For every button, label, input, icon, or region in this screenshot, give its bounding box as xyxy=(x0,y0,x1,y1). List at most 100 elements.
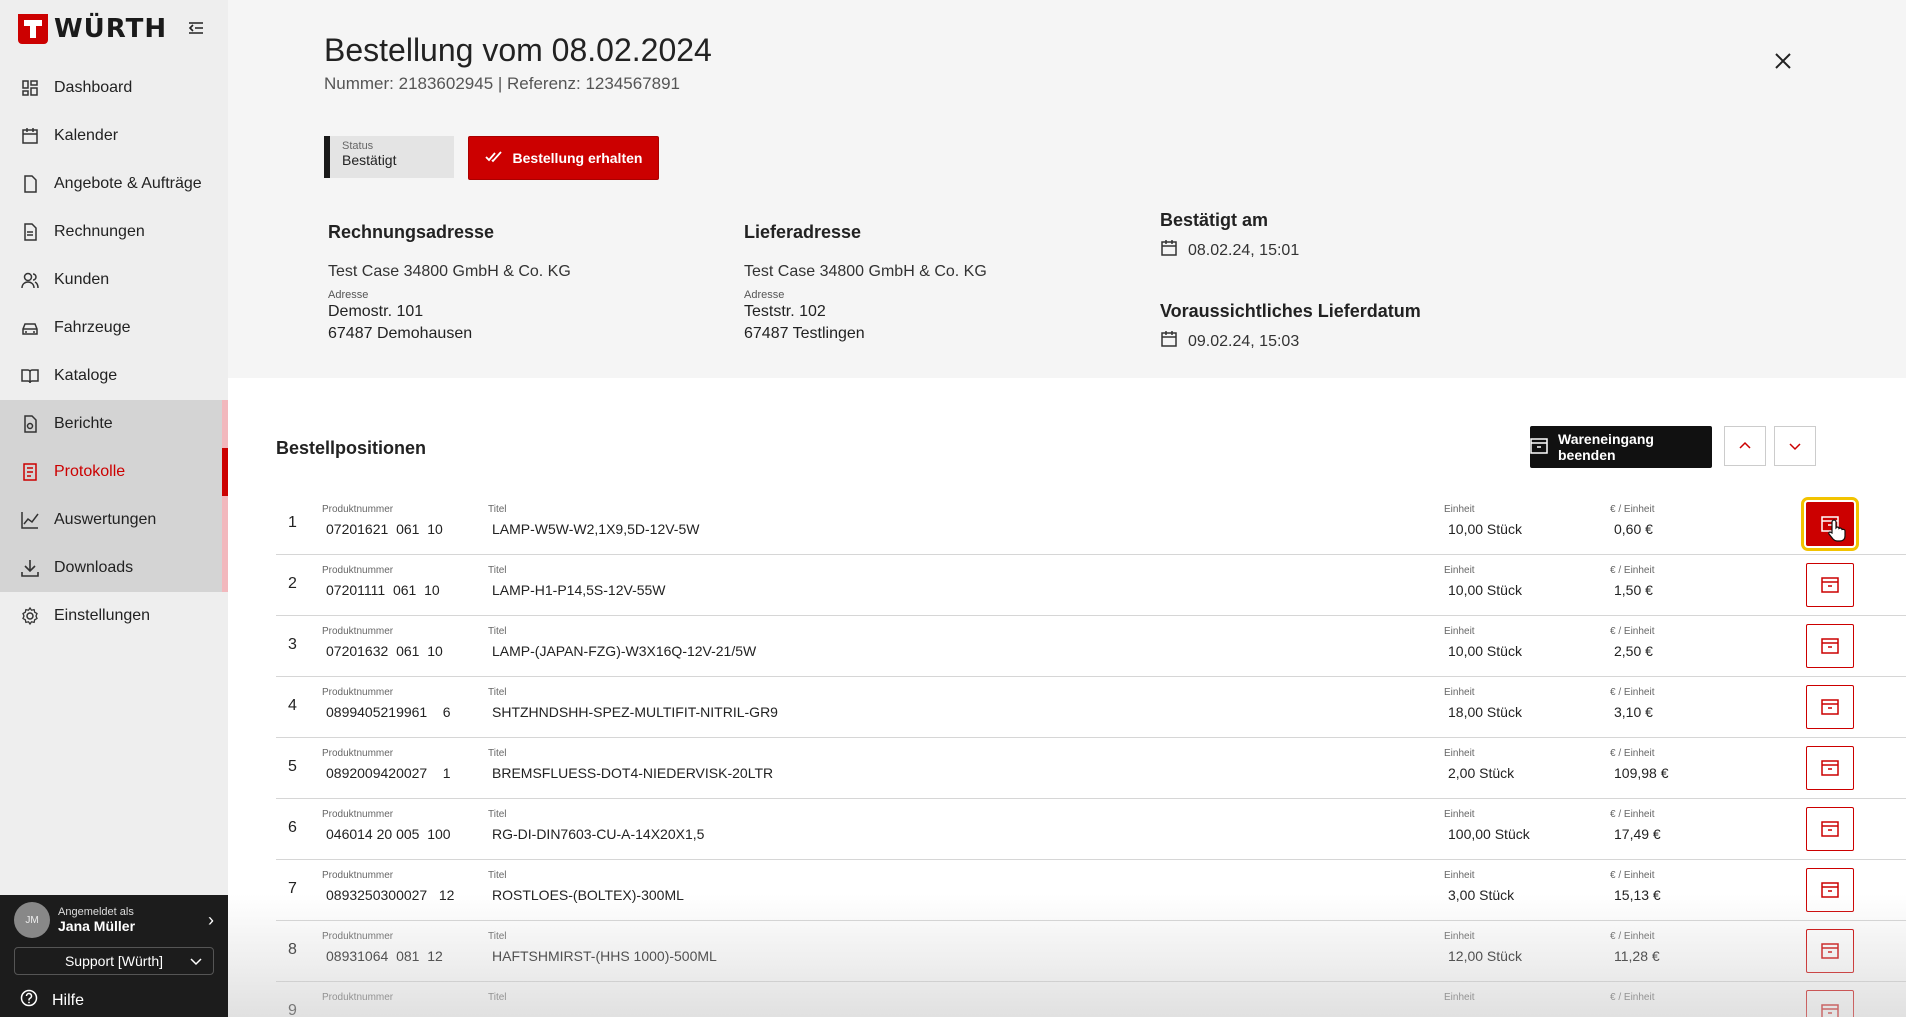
unit-value: 10,00 Stück xyxy=(1448,521,1522,537)
product-number-label: Produktnummer xyxy=(322,565,394,576)
sidebar-nav: Dashboard Kalender Angebote & Aufträge R… xyxy=(0,64,228,640)
price-value: 2,50 € xyxy=(1614,643,1653,659)
unit-value: 100,00 Stück xyxy=(1448,826,1530,842)
sidebar-item-kataloge[interactable]: Kataloge xyxy=(0,352,228,400)
archive-icon xyxy=(1821,821,1839,837)
unit-label: Einheit xyxy=(1444,626,1475,637)
report-icon xyxy=(20,414,40,434)
help-link[interactable]: Hilfe xyxy=(0,989,228,1012)
table-row: 4 Produktnummer 0899405219961 6 Titel SH… xyxy=(276,677,1906,738)
price-label: € / Einheit xyxy=(1610,748,1655,759)
row-number: 6 xyxy=(288,819,297,836)
finish-goods-receipt-label: Wareneingang beenden xyxy=(1558,431,1654,463)
status-value: Bestätigt xyxy=(342,152,397,168)
unit-value: 2,00 Stück xyxy=(1448,765,1515,781)
download-icon xyxy=(20,558,40,578)
sidebar-item-einstellungen[interactable]: Einstellungen xyxy=(0,592,228,640)
scroll-up-button[interactable] xyxy=(1724,426,1766,466)
archive-icon xyxy=(1821,882,1839,898)
protocol-icon xyxy=(20,462,40,482)
receive-item-button[interactable] xyxy=(1806,807,1854,851)
archive-icon xyxy=(1530,437,1548,457)
price-label: € / Einheit xyxy=(1610,687,1655,698)
receive-item-button[interactable] xyxy=(1806,563,1854,607)
help-label: Hilfe xyxy=(52,991,85,1009)
invoice-icon xyxy=(20,222,40,242)
receive-item-button[interactable] xyxy=(1806,746,1854,790)
avatar: JM xyxy=(14,902,50,938)
sidebar-item-angebote[interactable]: Angebote & Aufträge xyxy=(0,160,228,208)
sidebar-item-kalender[interactable]: Kalender xyxy=(0,112,228,160)
receive-order-button[interactable]: Bestellung erhalten xyxy=(468,136,659,180)
sidebar-item-dashboard[interactable]: Dashboard xyxy=(0,64,228,112)
item-title: HAFTSHMIRST-(HHS 1000)-500ML xyxy=(492,948,717,964)
unit-value: 12,00 Stück xyxy=(1448,948,1522,964)
product-number-label: Produktnummer xyxy=(322,504,394,515)
unit-label: Einheit xyxy=(1444,748,1475,759)
confirmed-value: 08.02.24, 15:01 xyxy=(1188,241,1300,259)
chevron-right-icon: › xyxy=(208,909,214,930)
sidebar-item-label: Einstellungen xyxy=(54,607,151,624)
archive-icon xyxy=(1821,577,1839,593)
unit-value: 3,00 Stück xyxy=(1448,887,1515,903)
sidebar-item-label: Auswertungen xyxy=(54,511,157,528)
product-number: 0892009420027 1 xyxy=(326,765,451,781)
logged-in-label: Angemeldet als xyxy=(58,906,134,918)
delivery-heading: Voraussichtliches Lieferdatum xyxy=(1160,301,1421,321)
title-label: Titel xyxy=(488,931,507,942)
shipping-address-label: Adresse xyxy=(744,289,785,301)
scroll-down-button[interactable] xyxy=(1774,426,1816,466)
sidebar-item-downloads[interactable]: Downloads xyxy=(0,544,228,592)
unit-value: 18,00 Stück xyxy=(1448,704,1522,720)
shipping-company: Test Case 34800 GmbH & Co. KG xyxy=(744,263,987,280)
receive-item-button[interactable] xyxy=(1806,990,1854,1017)
price-value: 1,50 € xyxy=(1614,582,1653,598)
sidebar-item-label: Dashboard xyxy=(54,79,133,96)
archive-icon xyxy=(1821,943,1839,959)
calendar-icon xyxy=(20,126,40,146)
order-detail: Bestellung vom 08.02.2024 Nummer: 218360… xyxy=(228,0,1906,1017)
sidebar-item-label: Downloads xyxy=(54,559,134,576)
product-number-label: Produktnummer xyxy=(322,687,394,698)
collapse-sidebar-icon[interactable] xyxy=(186,18,206,38)
price-value: 0,60 € xyxy=(1614,521,1653,537)
receive-item-button[interactable] xyxy=(1806,624,1854,668)
price-label: € / Einheit xyxy=(1610,626,1655,637)
table-row: 5 Produktnummer 0892009420027 1 Titel BR… xyxy=(276,738,1906,799)
table-row: 1 Produktnummer 07201621 061 10 Titel LA… xyxy=(276,494,1906,555)
row-number: 5 xyxy=(288,758,297,775)
row-number: 9 xyxy=(288,1002,297,1017)
row-number: 7 xyxy=(288,880,297,897)
sidebar-item-auswertungen[interactable]: Auswertungen xyxy=(0,496,228,544)
row-number: 2 xyxy=(288,575,297,592)
table-row: 8 Produktnummer 08931064 081 12 Titel HA… xyxy=(276,921,1906,982)
row-number: 8 xyxy=(288,941,297,958)
double-check-icon xyxy=(484,150,503,166)
price-label: € / Einheit xyxy=(1610,992,1655,1003)
sidebar-item-protokolle[interactable]: Protokolle xyxy=(0,448,228,496)
receive-item-button[interactable] xyxy=(1806,868,1854,912)
title-label: Titel xyxy=(488,992,507,1003)
sidebar-item-label: Protokolle xyxy=(54,463,126,480)
unit-label: Einheit xyxy=(1444,870,1475,881)
receive-item-button[interactable] xyxy=(1806,929,1854,973)
receive-item-button[interactable] xyxy=(1806,685,1854,729)
finish-goods-receipt-button[interactable]: Wareneingang beenden xyxy=(1530,426,1712,468)
receive-order-label: Bestellung erhalten xyxy=(512,150,643,166)
user-profile[interactable]: JM Angemeldet als Jana Müller › xyxy=(0,895,228,945)
chevron-down-icon xyxy=(190,958,202,966)
hand-cursor-icon xyxy=(1828,519,1846,542)
billing-address: Rechnungsadresse Test Case 34800 GmbH & … xyxy=(328,222,571,345)
sidebar-item-fahrzeuge[interactable]: Fahrzeuge xyxy=(0,304,228,352)
row-number: 3 xyxy=(288,636,297,653)
sidebar-item-kunden[interactable]: Kunden xyxy=(0,256,228,304)
product-number: 07201111 061 10 xyxy=(326,582,440,598)
chart-icon xyxy=(20,510,40,530)
row-number: 4 xyxy=(288,697,297,714)
role-select[interactable]: Support [Würth] xyxy=(14,947,214,975)
close-icon[interactable] xyxy=(1772,50,1794,72)
table-row: 6 Produktnummer 046014 20 005 100 Titel … xyxy=(276,799,1906,860)
wurth-logo-icon xyxy=(18,14,48,44)
sidebar-item-berichte[interactable]: Berichte xyxy=(0,400,228,448)
sidebar-item-rechnungen[interactable]: Rechnungen xyxy=(0,208,228,256)
